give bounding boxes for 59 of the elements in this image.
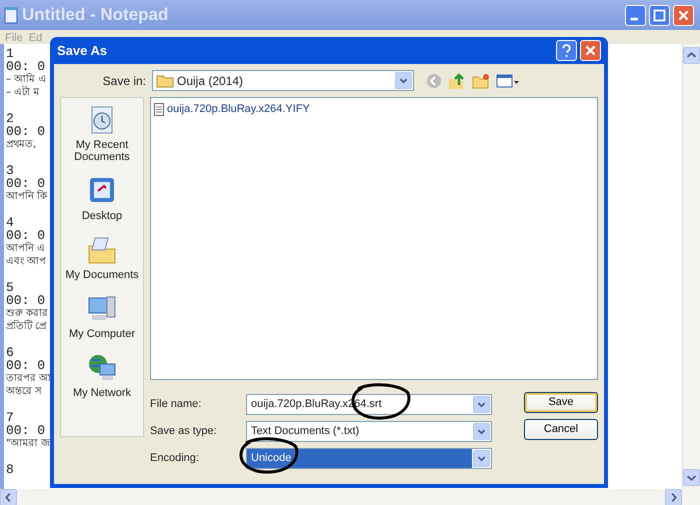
line-text: "আমরা জ <box>6 437 50 450</box>
line-text: 1 <box>6 47 15 60</box>
dialog-button[interactable]: Save <box>524 392 598 413</box>
line-text: 00: 0 <box>6 294 46 307</box>
line-text: – এটা ম <box>6 86 40 99</box>
scroll-right-button[interactable] <box>665 489 682 505</box>
line-text: প্রথমত, <box>6 138 38 151</box>
new-folder-button[interactable] <box>472 72 490 88</box>
place-item[interactable]: My Computer <box>68 293 136 340</box>
notepad-icon <box>3 6 19 24</box>
line-text: 5 <box>6 281 15 294</box>
back-button[interactable] <box>426 72 442 88</box>
dropdown-field[interactable]: Text Documents (*.txt) <box>246 420 492 442</box>
dialog-title: Save As <box>57 42 108 60</box>
line-text: 7 <box>6 411 15 424</box>
line-text: 00: 0 <box>6 125 46 138</box>
file-name[interactable]: ouija.720p.BluRay.x264.YIFY <box>167 101 310 118</box>
line-text: 00: 0 <box>6 177 46 190</box>
line-text: প্রতিটি প্রে <box>6 320 48 333</box>
line-text: অন্তরে স <box>6 385 44 398</box>
line-text: তারপর আ <box>6 372 50 385</box>
scroll-left-button[interactable] <box>0 489 17 505</box>
line-text: 8 <box>6 463 15 476</box>
field-label: Save as type: <box>150 424 218 439</box>
line-text: 00: 0 <box>6 424 46 437</box>
line-text: 3 <box>6 164 15 177</box>
line-text: 00: 0 <box>6 359 46 372</box>
line-text: 6 <box>6 346 15 359</box>
up-folder-button[interactable] <box>448 72 466 90</box>
place-item[interactable]: Desktop <box>82 175 122 222</box>
line-text: 4 <box>6 216 15 229</box>
line-text: 00: 0 <box>6 229 46 242</box>
close-button[interactable] <box>673 4 694 26</box>
maximize-button[interactable] <box>649 4 670 26</box>
save-in-dropdown[interactable]: Ouija (2014) <box>152 70 414 91</box>
dropdown-field[interactable]: Unicode <box>246 448 492 468</box>
line-text: শুরু করার <box>6 307 50 320</box>
line-text: – আমি এ <box>6 73 48 86</box>
folder-icon <box>156 74 174 88</box>
field-label: File name: <box>150 396 202 412</box>
close-button[interactable] <box>580 40 601 61</box>
line-text: আপনি এ <box>6 242 46 255</box>
field-label: Save in: <box>102 72 147 90</box>
scroll-down-button[interactable] <box>683 469 700 486</box>
help-button[interactable] <box>556 40 577 61</box>
dialog-button[interactable]: Cancel <box>524 419 598 440</box>
minimize-button[interactable] <box>625 4 646 26</box>
scroll-up-button[interactable] <box>683 47 700 64</box>
field-label: Encoding: <box>150 450 200 466</box>
text-file-icon <box>154 102 164 116</box>
views-menu-button[interactable] <box>496 72 520 88</box>
window-title: Untitled - Notepad <box>22 4 170 26</box>
line-text: আপনি কি <box>6 190 48 203</box>
line-text: 00: 0 <box>6 60 46 73</box>
place-item[interactable]: My Documents <box>65 234 139 281</box>
place-item[interactable]: My Recent Documents <box>61 104 143 163</box>
line-text: 2 <box>6 112 15 125</box>
place-item[interactable]: My Network <box>72 352 132 399</box>
line-text: এবং আপ <box>6 255 48 268</box>
